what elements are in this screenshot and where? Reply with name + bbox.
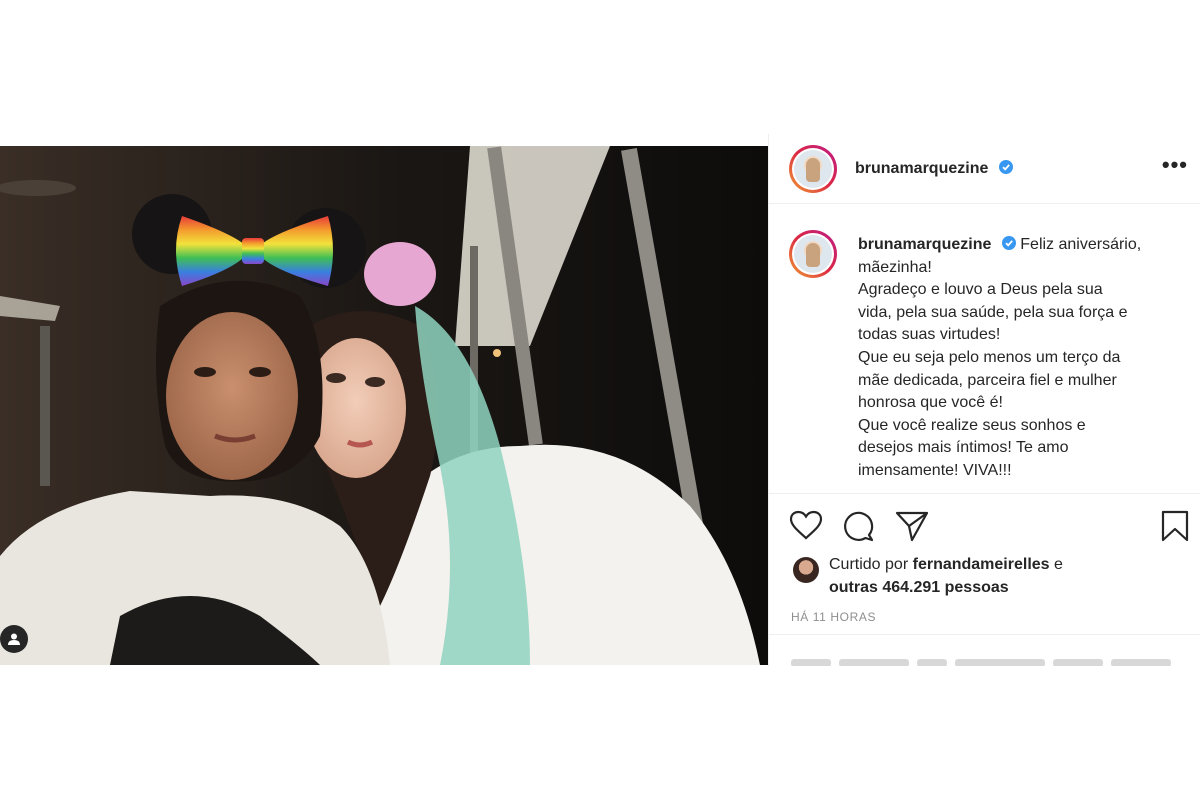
likes-conjunction: e xyxy=(1054,556,1063,573)
avatar-image xyxy=(794,235,832,273)
comment-icon[interactable] xyxy=(843,510,875,542)
liker-avatar[interactable] xyxy=(793,557,819,583)
likes-prefix: Curtido por xyxy=(829,556,909,573)
divider xyxy=(769,634,1200,635)
caption-line: mãe dedicada, parceira fiel e mulher xyxy=(858,371,1117,389)
caption-line: Que você realize seus sonhos e xyxy=(858,416,1086,434)
username-text[interactable]: brunamarquezine xyxy=(855,160,988,177)
caption-line: Feliz aniversário, xyxy=(1020,236,1142,253)
photo-illustration xyxy=(0,146,768,665)
caption-username[interactable]: brunamarquezine xyxy=(858,236,991,253)
liker-username[interactable]: fernandameirelles xyxy=(913,556,1050,573)
action-bar xyxy=(789,510,1189,544)
header-username[interactable]: brunamarquezine xyxy=(855,159,1013,178)
caption-line: desejos mais íntimos! Te amo xyxy=(858,439,1069,457)
user-tag-button[interactable] xyxy=(0,625,28,653)
divider xyxy=(769,493,1200,494)
verified-badge-icon xyxy=(1001,236,1016,250)
post-sidebar: brunamarquezine ••• brunamarquezine Feli… xyxy=(768,134,1200,666)
profile-avatar[interactable] xyxy=(789,144,837,193)
caption-line: Agradeço e louvo a Deus pela sua xyxy=(858,281,1103,299)
comment-field-placeholder xyxy=(791,654,1181,666)
post-header: brunamarquezine ••• xyxy=(769,134,1200,204)
post-timestamp[interactable]: HÁ 11 HORAS xyxy=(791,610,876,624)
user-tag-icon xyxy=(8,633,20,645)
instagram-post: brunamarquezine ••• brunamarquezine Feli… xyxy=(0,134,1200,666)
post-photo[interactable] xyxy=(0,146,768,665)
caption-text: brunamarquezine Feliz aniversário, mãezi… xyxy=(858,234,1188,483)
caption-line: imensamente! VIVA!!! xyxy=(858,461,1012,479)
more-options-button[interactable]: ••• xyxy=(1162,154,1188,176)
heart-icon[interactable] xyxy=(789,510,823,540)
caption-line: Que eu seja pelo menos um terço da xyxy=(858,348,1121,366)
caption-line: mãezinha! xyxy=(858,258,932,276)
caption-line: vida, pela sua saúde, pela sua força e xyxy=(858,303,1128,321)
paper-plane-icon[interactable] xyxy=(895,510,929,542)
bookmark-icon[interactable] xyxy=(1161,510,1189,542)
verified-badge-icon xyxy=(998,159,1013,174)
caption-line: todas suas virtudes! xyxy=(858,326,1001,344)
caption-avatar[interactable] xyxy=(789,230,837,278)
avatar-image xyxy=(794,149,832,188)
likes-count-link[interactable]: outras 464.291 pessoas xyxy=(829,579,1009,596)
caption-line: honrosa que você é! xyxy=(858,394,1003,412)
